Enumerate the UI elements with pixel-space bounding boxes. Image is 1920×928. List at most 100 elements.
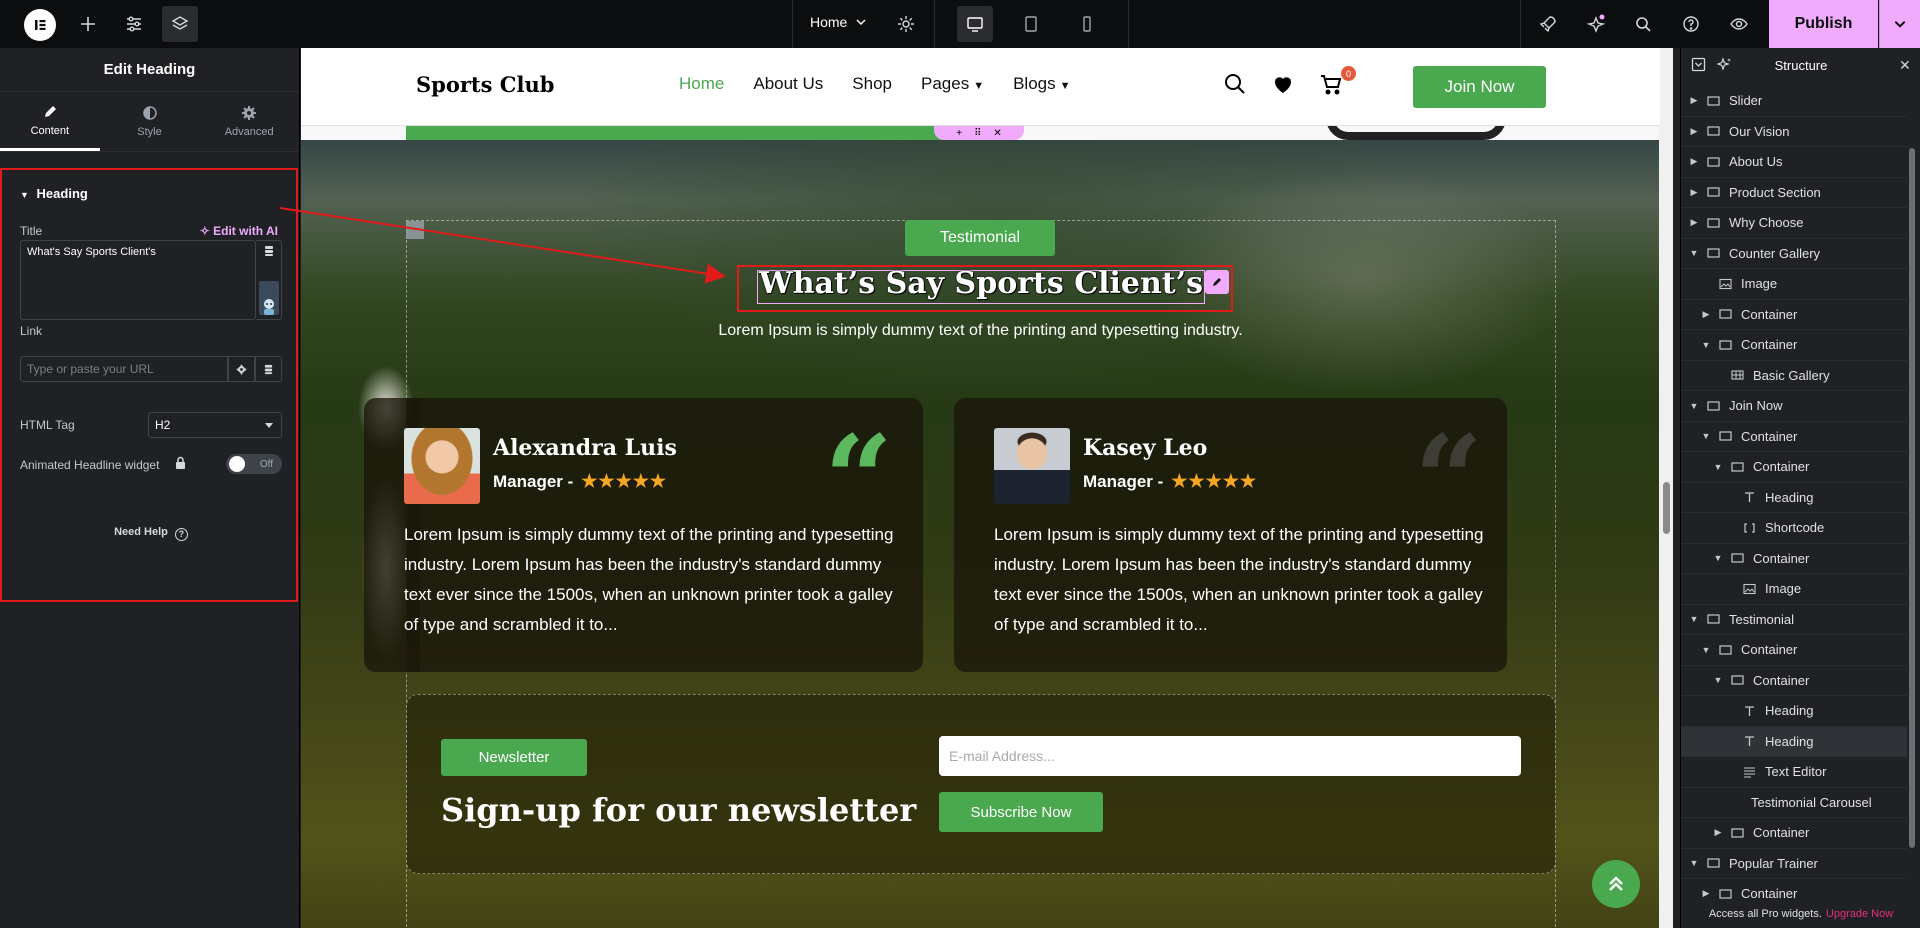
caret-down-icon[interactable]: ▼ xyxy=(1687,248,1701,258)
caret-right-icon[interactable]: ▶ xyxy=(1687,217,1701,228)
ai-assistant-avatar[interactable] xyxy=(258,281,279,315)
structure-item-container[interactable]: ▶ Container xyxy=(1681,300,1907,330)
search-icon[interactable] xyxy=(1223,72,1247,96)
tablet-view-icon[interactable] xyxy=(1013,6,1049,42)
structure-item-popular-trainer[interactable]: ▼ Popular Trainer xyxy=(1681,849,1907,879)
structure-item-product-section[interactable]: ▶ Product Section xyxy=(1681,178,1907,208)
section-handle-toolbar[interactable]: + ⠿ ✕ xyxy=(934,126,1024,140)
structure-layers-icon[interactable] xyxy=(162,6,198,42)
structure-item-join-now[interactable]: ▼ Join Now xyxy=(1681,391,1907,422)
canvas-scroll-thumb[interactable] xyxy=(1663,482,1670,534)
cart-icon[interactable] xyxy=(1319,72,1343,96)
structure-item-container[interactable]: ▼ Container xyxy=(1681,452,1907,483)
delete-section-icon[interactable]: ✕ xyxy=(993,128,1001,139)
container-handle[interactable] xyxy=(406,221,424,239)
tab-advanced[interactable]: Advanced xyxy=(199,92,299,151)
add-element-icon[interactable] xyxy=(70,6,106,42)
join-now-button[interactable]: Join Now xyxy=(1413,66,1546,108)
caret-down-icon[interactable]: ▼ xyxy=(1687,858,1701,868)
tab-content[interactable]: Content xyxy=(0,92,100,151)
caret-down-icon[interactable]: ▼ xyxy=(1711,553,1725,563)
upgrade-now-link[interactable]: Upgrade Now xyxy=(1826,908,1893,920)
structure-item-heading[interactable]: Heading xyxy=(1681,696,1907,727)
caret-down-icon[interactable]: ▼ xyxy=(1687,401,1701,411)
close-icon[interactable]: ✕ xyxy=(1899,57,1915,73)
notifications-icon[interactable] xyxy=(1578,6,1614,42)
search-icon[interactable] xyxy=(1625,6,1661,42)
subscribe-button[interactable]: Subscribe Now xyxy=(939,792,1103,832)
html-tag-select[interactable]: H2 xyxy=(148,412,282,438)
nav-about-us[interactable]: About Us xyxy=(753,74,823,94)
publish-options-chevron-icon[interactable] xyxy=(1879,0,1920,48)
structure-item-testimonial[interactable]: ▼ Testimonial xyxy=(1681,605,1907,635)
nav-home[interactable]: Home xyxy=(679,74,724,94)
caret-down-icon[interactable]: ▼ xyxy=(1699,340,1713,350)
structure-item-text-editor[interactable]: Text Editor xyxy=(1681,757,1907,788)
structure-item-counter-gallery[interactable]: ▼ Counter Gallery xyxy=(1681,239,1907,269)
structure-item-image[interactable]: Image xyxy=(1681,574,1907,605)
email-input[interactable]: E-mail Address... xyxy=(939,736,1521,776)
caret-right-icon[interactable]: ▶ xyxy=(1687,95,1701,106)
caret-right-icon[interactable]: ▶ xyxy=(1687,126,1701,137)
nav-shop[interactable]: Shop xyxy=(852,74,892,94)
nav-blogs[interactable]: Blogs ▼ xyxy=(1013,74,1070,94)
desktop-view-icon[interactable] xyxy=(957,6,993,42)
dynamic-tags-icon[interactable] xyxy=(263,245,275,257)
caret-down-icon[interactable]: ▼ xyxy=(1699,645,1713,655)
structure-item-container[interactable]: ▶ Container xyxy=(1681,818,1907,849)
heart-icon[interactable] xyxy=(1271,72,1295,96)
help-icon[interactable] xyxy=(1673,6,1709,42)
edit-with-ai-button[interactable]: ✧ Edit with AI xyxy=(200,224,278,238)
structure-item-why-choose[interactable]: ▶ Why Choose xyxy=(1681,208,1907,239)
caret-down-icon[interactable]: ▼ xyxy=(1711,462,1725,472)
nav-pages[interactable]: Pages ▼ xyxy=(921,74,984,94)
caret-right-icon[interactable]: ▶ xyxy=(1711,827,1725,838)
rocket-icon[interactable] xyxy=(1530,6,1566,42)
caret-right-icon[interactable]: ▶ xyxy=(1687,187,1701,198)
newsletter-badge[interactable]: Newsletter xyxy=(441,739,587,776)
caret-right-icon[interactable]: ▶ xyxy=(1687,156,1701,167)
structure-item-shortcode[interactable]: Shortcode xyxy=(1681,513,1907,544)
ai-sparkle-icon[interactable] xyxy=(1716,57,1733,73)
structure-item-container[interactable]: ▼ Container xyxy=(1681,544,1907,574)
link-dynamic-tags-icon[interactable] xyxy=(255,356,282,382)
structure-scroll-thumb[interactable] xyxy=(1909,148,1915,848)
testimonial-badge[interactable]: Testimonial xyxy=(905,220,1055,256)
page-selector[interactable]: Home xyxy=(810,14,867,30)
structure-item-testimonial-carousel[interactable]: Testimonial Carousel xyxy=(1681,788,1907,818)
structure-item-our-vision[interactable]: ▶ Our Vision xyxy=(1681,117,1907,147)
page-settings-gear-icon[interactable] xyxy=(888,6,924,42)
mobile-view-icon[interactable] xyxy=(1069,6,1105,42)
structure-item-container[interactable]: ▼ Container xyxy=(1681,422,1907,452)
structure-item-container[interactable]: ▼ Container xyxy=(1681,330,1907,361)
animated-headline-toggle[interactable]: Off xyxy=(226,454,282,474)
caret-right-icon[interactable]: ▶ xyxy=(1699,888,1713,899)
dock-panel-icon[interactable] xyxy=(1691,57,1707,73)
structure-item-basic-gallery[interactable]: Basic Gallery xyxy=(1681,361,1907,391)
structure-item-about-us[interactable]: ▶ About Us xyxy=(1681,147,1907,178)
drag-handle-icon[interactable]: ⠿ xyxy=(974,128,981,139)
structure-item-heading[interactable]: Heading xyxy=(1681,726,1907,757)
section-toggle[interactable]: ▼ Heading xyxy=(20,186,88,201)
scroll-to-top-button[interactable] xyxy=(1592,860,1640,908)
structure-item-container[interactable]: ▼ Container xyxy=(1681,666,1907,696)
structure-item-image[interactable]: Image xyxy=(1681,269,1907,300)
caret-down-icon[interactable]: ▼ xyxy=(1687,614,1701,624)
caret-right-icon[interactable]: ▶ xyxy=(1699,309,1713,320)
link-options-gear-icon[interactable] xyxy=(228,356,255,382)
add-section-icon[interactable]: + xyxy=(956,128,962,139)
elementor-logo-icon[interactable] xyxy=(24,9,56,41)
site-settings-icon[interactable] xyxy=(116,6,152,42)
site-brand[interactable]: Sports Club xyxy=(416,72,554,97)
preview-eye-icon[interactable] xyxy=(1721,6,1757,42)
need-help-link[interactable]: Need Help ? xyxy=(2,526,300,541)
edit-widget-pencil-icon[interactable] xyxy=(1205,270,1229,294)
tab-style[interactable]: Style xyxy=(100,92,200,151)
publish-button[interactable]: Publish xyxy=(1769,0,1878,48)
structure-item-container[interactable]: ▼ Container xyxy=(1681,635,1907,666)
caret-down-icon[interactable]: ▼ xyxy=(1699,431,1713,441)
structure-item-heading[interactable]: Heading xyxy=(1681,483,1907,513)
structure-item-slider[interactable]: ▶ Slider xyxy=(1681,86,1907,117)
link-input[interactable]: Type or paste your URL xyxy=(20,356,228,382)
caret-down-icon[interactable]: ▼ xyxy=(1711,675,1725,685)
